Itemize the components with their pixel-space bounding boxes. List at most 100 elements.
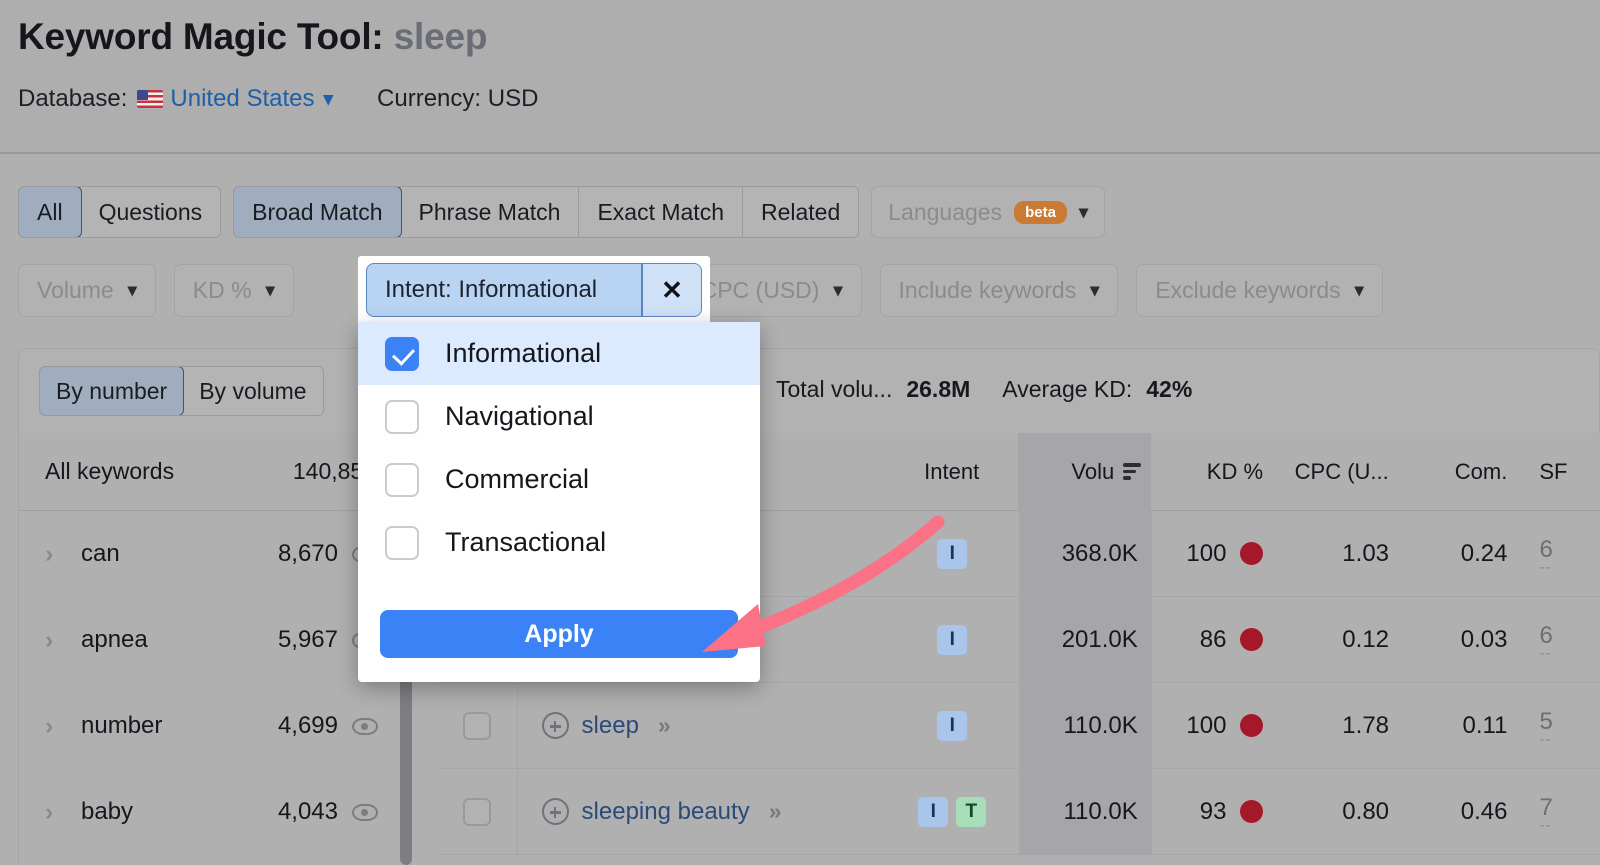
eye-icon[interactable] [352,717,378,735]
intent-tag-informational: I [937,710,968,741]
database-selector[interactable]: United States [170,85,314,113]
page-title-prefix: Keyword Magic Tool: [18,16,384,57]
languages-label: Languages [888,198,1003,225]
checkbox-commercial[interactable] [385,462,419,497]
currency-label: Currency: USD [377,85,539,112]
chevron-double-right-icon[interactable]: » [658,712,671,739]
keyword-groups-panel: All keywords 140,857 › can 8,670 › apnea… [18,433,400,865]
filter-volume-label: Volume [37,277,114,303]
intent-dropdown-menu: Informational Navigational Commercial Tr… [358,322,760,682]
column-intent[interactable]: Intent [885,459,1018,485]
list-item[interactable]: › baby 4,043 [19,769,400,855]
tab-broad-match[interactable]: Broad Match [234,187,402,237]
eye-icon[interactable] [352,803,378,821]
table-row[interactable]: sleeping beauty » I T 110.0K 93 0.80 0.4… [438,768,1600,855]
chevron-right-icon[interactable]: › [45,798,71,827]
checkbox-navigational[interactable] [385,399,419,434]
apply-button[interactable]: Apply [380,610,738,658]
beta-badge: beta [1014,200,1067,224]
row-checkbox-cell[interactable] [438,682,518,769]
menu-item-label: Navigational [445,401,594,431]
kd-dot-icon [1240,628,1264,651]
checkbox-transactional[interactable] [385,525,419,560]
list-item[interactable]: › apnea 5,967 [19,597,400,683]
total-volume-label: Total volu... [776,376,893,402]
row-checkbox[interactable] [463,797,492,826]
list-item[interactable]: › number 4,699 [19,683,400,769]
menu-item-informational[interactable]: Informational [358,322,760,385]
average-kd-value: 42% [1146,376,1193,402]
cpc-cell: 1.78 [1342,711,1390,739]
chevron-down-icon: ▾ [1078,201,1088,222]
intent-cell: I [886,624,1019,655]
languages-dropdown[interactable]: Languages beta ▾ [871,186,1105,238]
column-kd[interactable]: KD % [1151,459,1275,485]
database-label: Database: [18,85,128,112]
row-checkbox[interactable] [463,711,492,740]
sf-cell: 5 -- [1523,708,1600,748]
tab-related[interactable]: Related [743,187,858,237]
column-volume[interactable]: Volu [1018,432,1152,511]
filter-kd[interactable]: KD % ▾ [173,264,294,317]
chevron-right-icon[interactable]: › [45,540,71,569]
kd-cell: 86 [1152,626,1276,654]
tab-exact-match[interactable]: Exact Match [579,187,743,237]
tab-by-number[interactable]: By number [39,367,185,415]
filter-volume[interactable]: Volume ▾ [18,264,156,317]
header-divider [0,152,1600,154]
group-count: 4,043 [277,798,338,825]
filter-exclude-label: Exclude keywords [1155,277,1341,303]
average-kd-label: Average KD: [1002,376,1133,402]
intent-filter-pill[interactable]: Intent: Informational ✕ [366,263,702,317]
column-sf[interactable]: SF [1523,459,1600,485]
sf-cell: 6 -- [1523,622,1600,662]
results-toolbar: By number By volume Total volu... 26.8M … [18,348,1600,433]
menu-item-transactional[interactable]: Transactional [358,511,760,574]
all-keywords-row[interactable]: All keywords 140,857 [19,433,400,511]
chevron-double-right-icon[interactable]: » [769,798,782,825]
filter-include-keywords[interactable]: Include keywords ▾ [879,264,1119,317]
tab-all[interactable]: All [19,187,82,237]
keyword-text[interactable]: sleep [582,712,639,740]
intent-tag-informational: I [937,538,968,569]
tab-questions[interactable]: Questions [81,187,221,237]
row-checkbox-cell[interactable] [438,768,518,855]
keyword-type-tabs: All Questions [18,186,222,238]
filter-include-label: Include keywords [898,277,1077,303]
close-icon[interactable]: ✕ [643,264,701,316]
menu-item-navigational[interactable]: Navigational [358,385,760,448]
page-title: Keyword Magic Tool: sleep [18,16,487,58]
keyword-cell[interactable]: sleep » [518,712,886,740]
total-volume-value: 26.8M [906,376,971,402]
group-count: 8,670 [277,540,338,567]
kd-dot-icon [1240,800,1264,823]
page-title-query: sleep [393,16,488,57]
keyword-cell[interactable]: sleeping beauty » [518,798,886,826]
kd-value: 86 [1199,625,1227,653]
chevron-right-icon[interactable]: › [45,712,71,741]
page-header: Keyword Magic Tool: sleep Database: Unit… [0,0,1600,153]
table-row[interactable]: sleep » I 110.0K 100 1.78 0.11 5 -- [438,682,1600,769]
menu-item-commercial[interactable]: Commercial [358,448,760,511]
list-item[interactable]: › can 8,670 [19,511,400,597]
tab-by-volume[interactable]: By volume [183,367,322,415]
column-volume-label: Volu [1071,458,1115,484]
results-summary: Total volu... 26.8M Average KD: 42% [776,376,1192,403]
chevron-down-icon: ▾ [127,280,137,300]
keyword-text[interactable]: sleeping beauty [582,798,750,826]
column-cpc[interactable]: CPC (U... [1275,459,1409,485]
sf-cell: 7 -- [1523,794,1600,834]
filter-exclude-keywords[interactable]: Exclude keywords ▾ [1136,264,1383,317]
kd-value: 100 [1186,539,1227,567]
kd-cell: 100 [1152,540,1276,568]
intent-tag-transactional: T [956,796,987,827]
add-keyword-icon[interactable] [541,798,569,825]
tab-phrase-match[interactable]: Phrase Match [401,187,580,237]
add-keyword-icon[interactable] [541,712,569,739]
checkbox-informational[interactable] [385,336,419,371]
chevron-down-icon[interactable]: ▾ [324,88,334,111]
chevron-right-icon[interactable]: › [45,626,71,655]
kd-value: 100 [1186,711,1227,739]
column-com[interactable]: Com. [1409,459,1524,485]
cpc-cell: 0.80 [1342,797,1390,825]
